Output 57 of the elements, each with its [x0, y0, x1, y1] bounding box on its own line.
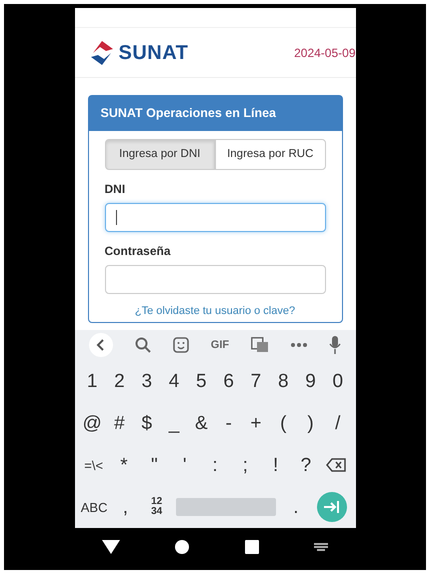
recent-apps-icon[interactable]: [244, 540, 259, 554]
keyboard-key[interactable]: !: [260, 456, 291, 474]
keyboard-key[interactable]: /: [324, 414, 352, 432]
keyboard-key[interactable]: 8: [270, 372, 297, 390]
keyboard-key[interactable]: +: [242, 414, 270, 432]
logo-text: SUNAT: [118, 40, 188, 66]
microphone-icon[interactable]: [328, 336, 341, 354]
field-label: Contraseña: [104, 243, 172, 260]
keyboard-key[interactable]: ABC: [78, 500, 110, 514]
forgot-link[interactable]: ¿Te olvidaste tu usuario o clave?: [134, 305, 296, 317]
keyboard-key[interactable]: _: [160, 414, 188, 432]
keyboard-key[interactable]: 3: [133, 372, 160, 390]
keyboard-key[interactable]: *: [108, 456, 140, 474]
keyboard-key[interactable]: 4: [160, 372, 188, 390]
keyboard-key[interactable]: ": [139, 456, 170, 474]
input-field[interactable]: [104, 265, 326, 294]
sticker-icon[interactable]: [172, 337, 189, 353]
keyboard-key[interactable]: :: [200, 456, 230, 474]
keyboard-key[interactable]: 5: [188, 372, 215, 390]
keyboard-key[interactable]: 7: [242, 372, 270, 390]
text-cursor: [116, 210, 117, 225]
logo-icon: [88, 40, 114, 64]
keyboard-key[interactable]: ;: [230, 456, 260, 474]
keyboard-icon[interactable]: [314, 543, 328, 551]
date-text: 2024-05-09: [294, 44, 356, 62]
card-title: SUNAT Operaciones en Línea: [88, 96, 342, 131]
keyboard-key[interactable]: 12 34: [141, 497, 172, 517]
login-tab[interactable]: Ingresa por RUC: [215, 138, 326, 170]
keyboard-key[interactable]: 1: [78, 372, 106, 390]
search-icon[interactable]: [135, 337, 152, 353]
translate-icon[interactable]: [250, 337, 269, 353]
keyboard-key[interactable]: @: [78, 414, 106, 432]
keyboard-key[interactable]: -: [214, 414, 242, 432]
keyboard-key[interactable]: (: [270, 414, 297, 432]
keyboard-key[interactable]: ': [169, 456, 200, 474]
keyboard-key[interactable]: 6: [214, 372, 242, 390]
keyboard-key[interactable]: &: [188, 414, 215, 432]
field-label: DNI: [104, 181, 126, 198]
login-tab[interactable]: Ingresa por DNI: [104, 138, 215, 170]
gif-button[interactable]: GIF: [210, 336, 230, 354]
keyboard-key[interactable]: 2: [106, 372, 134, 390]
backspace-icon[interactable]: [326, 458, 346, 472]
keyboard-key[interactable]: 9: [296, 372, 324, 390]
back-icon[interactable]: [102, 540, 120, 554]
keyboard-key[interactable]: #: [106, 414, 134, 432]
keyboard-key[interactable]: =\<: [78, 458, 109, 472]
keyboard-key[interactable]: .: [280, 498, 312, 516]
keyboard-key[interactable]: $: [133, 414, 160, 432]
keyboard-key[interactable]: ?: [290, 456, 322, 474]
keyboard-key[interactable]: ,: [110, 498, 141, 516]
more-icon[interactable]: [290, 343, 307, 347]
keyboard-key[interactable]: ): [296, 414, 324, 432]
input-field[interactable]: [104, 203, 326, 232]
home-icon[interactable]: [175, 540, 190, 554]
collapse-button[interactable]: [89, 333, 114, 357]
next-arrow-icon: [324, 501, 340, 513]
keyboard-key[interactable]: 0: [324, 372, 352, 390]
